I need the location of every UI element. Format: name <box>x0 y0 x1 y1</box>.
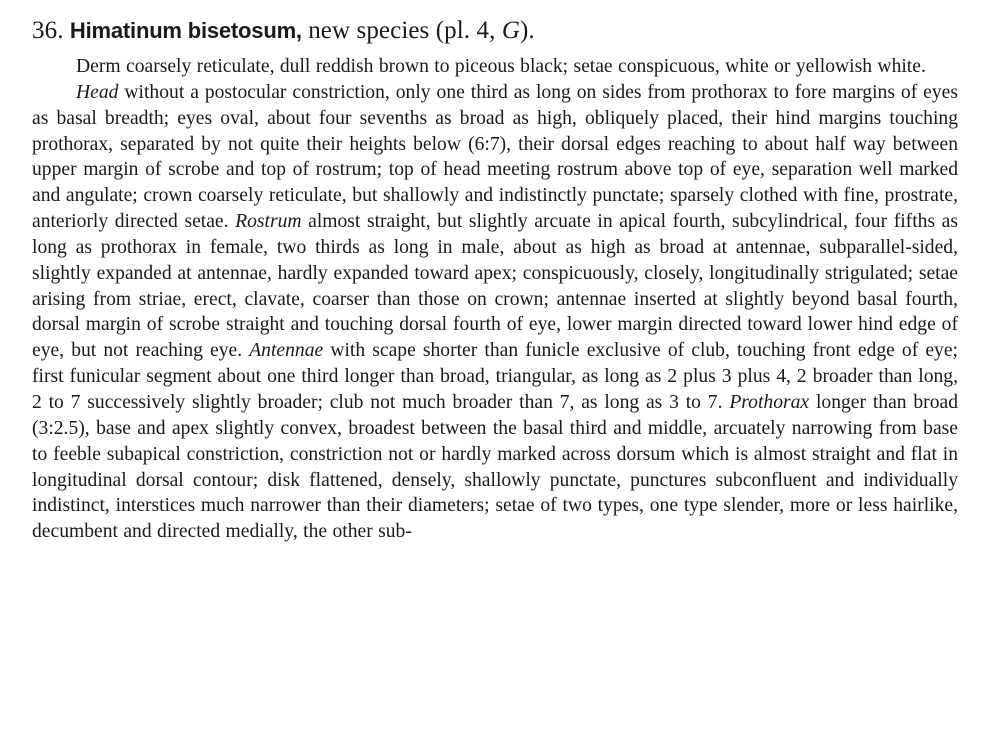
plate-letter: G <box>501 17 520 44</box>
rostrum-label: Rostrum <box>235 211 302 233</box>
species-name: Himatinum bisetosum, <box>69 18 302 43</box>
head-description: without a postocular constriction, only … <box>32 81 958 233</box>
derm-paragraph: Derm coarsely reticulate, dull reddish b… <box>76 56 926 77</box>
head-label: Head <box>76 81 119 103</box>
species-heading: 36. Himatinum bisetosum, new species (pl… <box>32 14 958 48</box>
antennae-label: Antennae <box>249 340 324 362</box>
prothorax-description: longer than broad (3:2.5), base and apex… <box>32 391 958 543</box>
species-number: 36. <box>32 17 64 44</box>
heading-description: new species (pl. 4, <box>301 17 502 44</box>
document-page: 36. Himatinum bisetosum, new species (pl… <box>32 14 958 545</box>
prothorax-label: Prothorax <box>729 391 810 413</box>
rostrum-description: almost straight, but slightly arcuate in… <box>32 211 958 362</box>
description-paragraph: Head without a postocular constriction, … <box>32 80 958 545</box>
heading-close: ). <box>519 17 535 44</box>
